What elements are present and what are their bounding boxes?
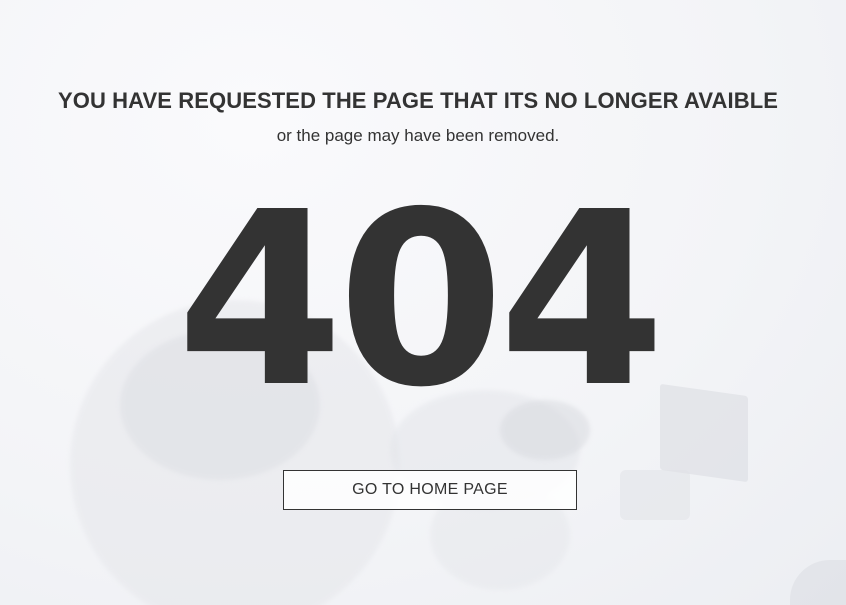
error-code: 404 xyxy=(176,160,666,440)
background-shape xyxy=(620,470,690,520)
error-subline: or the page may have been removed. xyxy=(276,126,560,145)
error-headline: YOU HAVE REQUESTED THE PAGE THAT ITS NO … xyxy=(57,88,779,113)
go-to-home-page-button[interactable]: GO TO HOME PAGE xyxy=(283,470,577,510)
